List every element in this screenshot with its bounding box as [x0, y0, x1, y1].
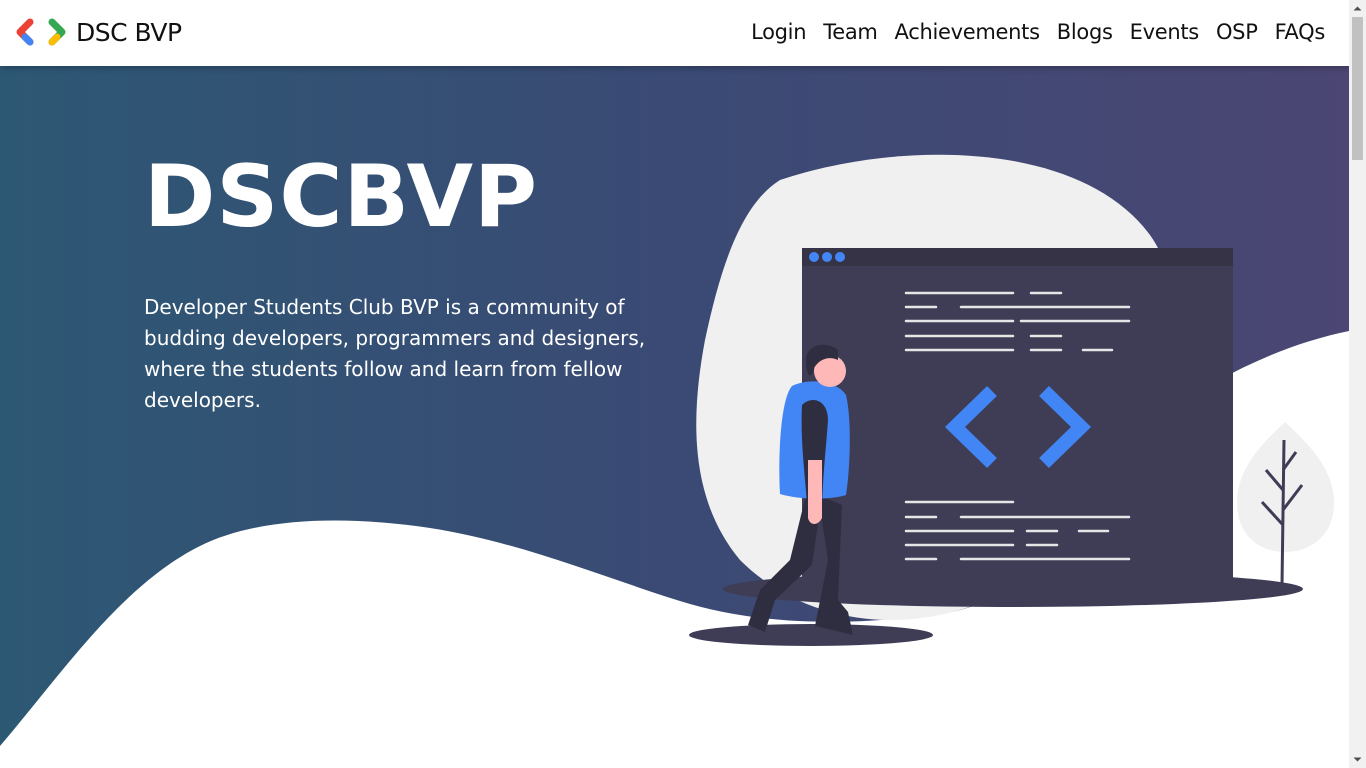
scrollbar-thumb[interactable] — [1352, 17, 1363, 160]
nav-links: Login Team Achievements Blogs Events OSP… — [734, 14, 1325, 50]
hero-title: DSCBVP — [144, 147, 539, 247]
nav-link-blogs[interactable]: Blogs — [1057, 20, 1113, 44]
nav-link-osp[interactable]: OSP — [1216, 20, 1258, 44]
brand-link[interactable]: DSC BVP — [16, 14, 182, 50]
brand-name: DSC BVP — [76, 17, 182, 47]
scroll-up-arrow-icon[interactable] — [1349, 0, 1366, 17]
nav-link-faqs[interactable]: FAQs — [1275, 20, 1326, 44]
nav-link-team[interactable]: Team — [823, 20, 878, 44]
nav-link-events[interactable]: Events — [1130, 20, 1200, 44]
nav-link-login[interactable]: Login — [751, 20, 806, 44]
scrollbar[interactable] — [1349, 0, 1366, 768]
navbar: DSC BVP Login Team Achievements Blogs Ev… — [0, 0, 1349, 66]
hero-section: DSCBVP Developer Students Club BVP is a … — [0, 66, 1349, 768]
scroll-down-arrow-icon[interactable] — [1349, 751, 1366, 768]
dsc-logo-icon — [16, 18, 66, 46]
developer-code-illustration — [689, 154, 1334, 646]
nav-link-achievements[interactable]: Achievements — [895, 20, 1041, 44]
hero-description: Developer Students Club BVP is a communi… — [144, 295, 646, 412]
